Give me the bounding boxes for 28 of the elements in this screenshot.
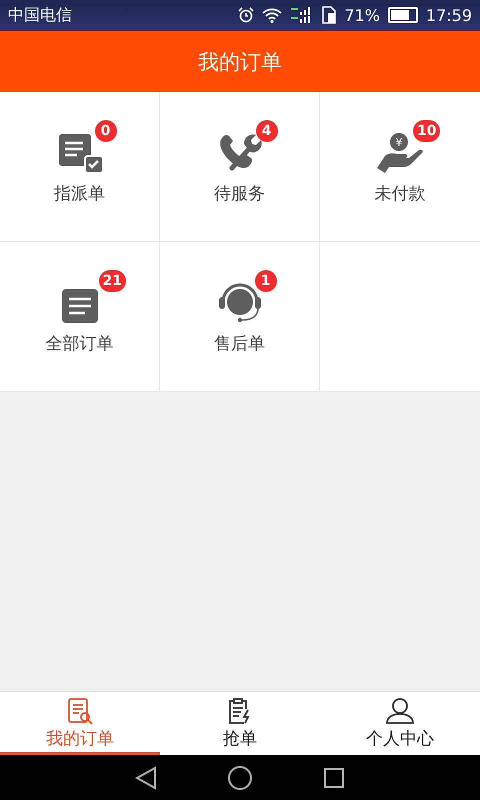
document-search-icon [67, 697, 93, 725]
count-badge: 21 [98, 270, 126, 292]
category-label: 售后单 [214, 333, 265, 355]
order-category[interactable]: 0 指派单 [0, 92, 160, 242]
count-badge: 1 [254, 270, 276, 292]
count-badge: 4 [256, 120, 278, 142]
page-title: 我的订单 [0, 31, 480, 92]
wifi-icon [262, 7, 282, 23]
back-icon[interactable] [135, 766, 157, 790]
carrier-name: 中国电信 [8, 4, 73, 26]
order-category[interactable]: 21 全部订单 [0, 242, 160, 392]
sim-alert-icon [322, 6, 336, 24]
recents-icon[interactable] [323, 766, 345, 788]
home-icon[interactable] [227, 764, 253, 790]
category-label: 指派单 [54, 183, 105, 205]
person-icon [385, 697, 415, 725]
list-icon [60, 288, 98, 324]
battery-percent: 71% [344, 6, 380, 24]
battery-icon [388, 7, 418, 23]
category-label: 全部订单 [46, 333, 114, 355]
clock-time: 17:59 [426, 6, 472, 24]
alarm-icon [238, 7, 254, 23]
order-category[interactable]: 4 待服务 [160, 92, 320, 242]
category-label: 未付款 [374, 183, 426, 205]
order-category[interactable]: 1 售后单 [160, 242, 320, 392]
count-badge: 0 [94, 120, 116, 142]
document-check-icon [56, 132, 102, 174]
category-label: 待服务 [214, 183, 265, 205]
